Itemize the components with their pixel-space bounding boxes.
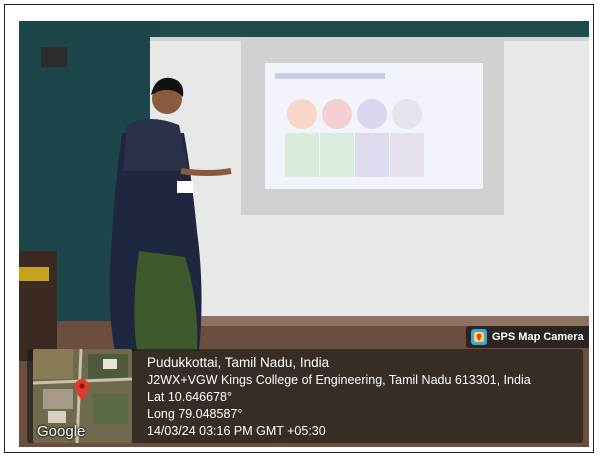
gps-map-camera-badge: GPS Map Camera: [466, 326, 589, 348]
latitude: Lat 10.646678°: [147, 390, 232, 404]
wall-speaker: [41, 47, 67, 67]
longitude: Long 79.048587°: [147, 407, 243, 421]
google-attribution: Google: [37, 423, 86, 440]
mini-map: Google: [33, 349, 132, 443]
timestamp: 14/03/24 03:16 PM GMT +05:30: [147, 424, 326, 438]
location-address: J2WX+VGW Kings College of Engineering, T…: [147, 373, 531, 387]
classroom-photo: GPS Map Camera Google Pudukkottai, Tamil…: [19, 21, 589, 447]
gps-map-camera-icon: [471, 329, 487, 345]
app-name: GPS Map Camera: [492, 331, 584, 343]
location-info: Pudukkottai, Tamil Nadu, India J2WX+VGW …: [147, 354, 577, 440]
location-title: Pudukkottai, Tamil Nadu, India: [147, 355, 330, 370]
